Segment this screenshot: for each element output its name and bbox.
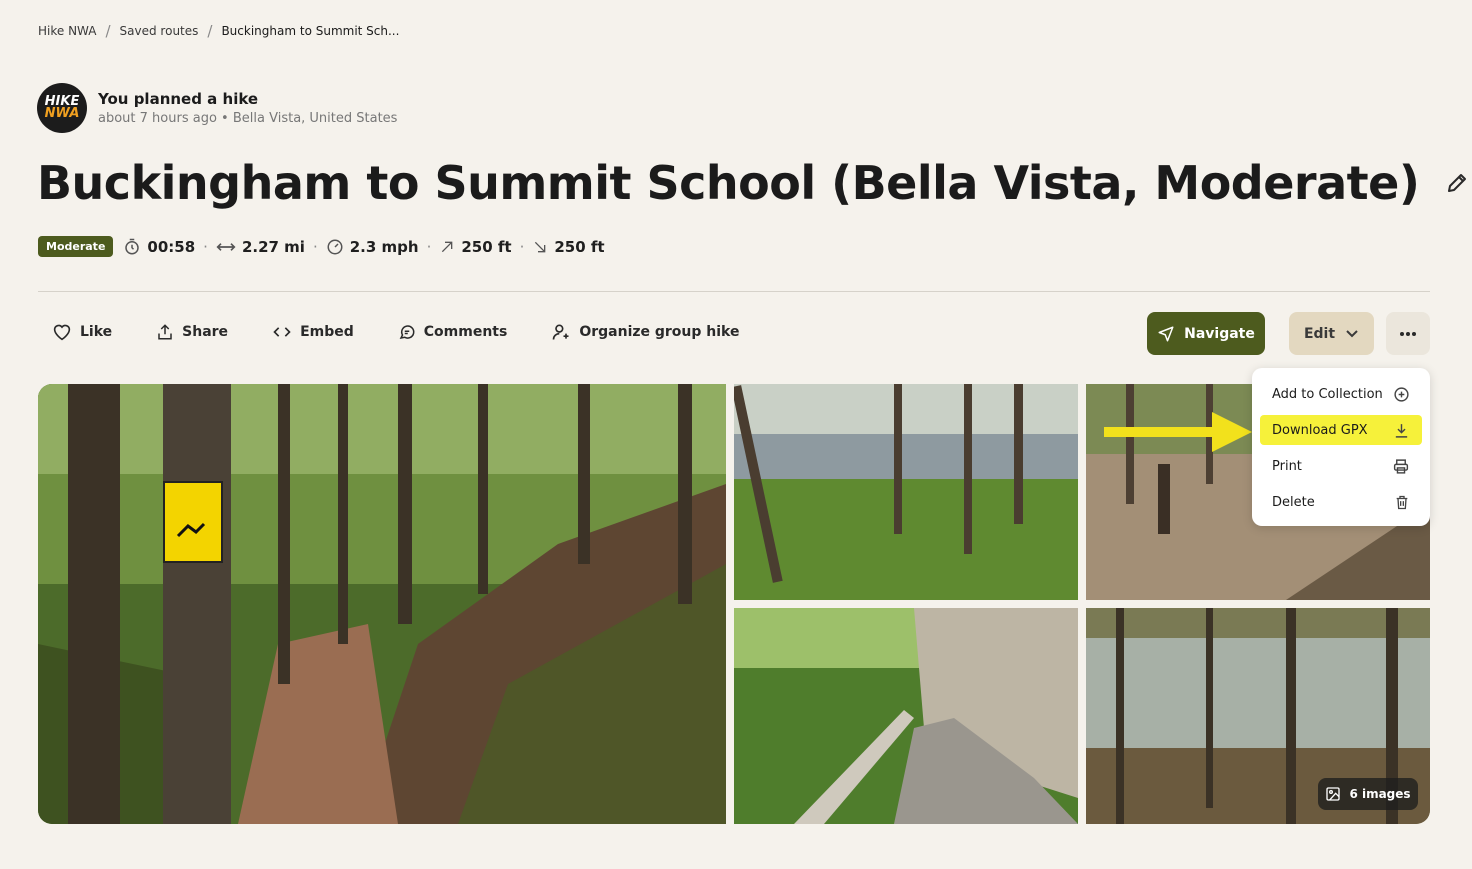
navigate-label: Navigate (1184, 325, 1255, 342)
photo-boardwalk-bluff[interactable] (734, 608, 1078, 824)
menu-item-label: Print (1272, 458, 1302, 474)
speed-value: 2.3 mph (349, 237, 419, 256)
plus-circle-icon (1394, 386, 1409, 402)
stat-separator: · (312, 237, 318, 256)
more-options-menu: Add to Collection Download GPX Print Del… (1252, 368, 1430, 526)
menu-item-add-to-collection[interactable]: Add to Collection (1260, 379, 1422, 409)
logo-text-nwa: NWA (44, 106, 80, 121)
breadcrumb-separator: / (105, 22, 111, 40)
activity-headline: You planned a hike (98, 90, 259, 108)
like-label: Like (80, 324, 113, 340)
edit-dropdown-button[interactable]: Edit (1289, 312, 1374, 355)
stopwatch-icon (125, 238, 140, 254)
chevron-down-icon (1346, 329, 1358, 337)
embed-label: Embed (300, 324, 354, 340)
breadcrumb-item-current: Buckingham to Summit Sch... (221, 24, 400, 38)
menu-item-label: Delete (1272, 494, 1315, 510)
stat-duration: 00:58 (123, 238, 195, 256)
share-icon (158, 324, 172, 340)
embed-button[interactable]: Embed (272, 324, 354, 340)
breadcrumb-item-hike-nwa[interactable]: Hike NWA (38, 24, 96, 38)
share-label: Share (182, 324, 229, 340)
download-icon (1395, 423, 1408, 438)
image-count-badge[interactable]: 6 images (1318, 778, 1418, 810)
printer-icon (1393, 458, 1409, 474)
activity-time: about 7 hours ago (98, 111, 217, 126)
organize-group-hike-button[interactable]: Organize group hike (551, 322, 740, 342)
descent-value: 250 ft (554, 237, 605, 256)
send-arrow-icon (1158, 326, 1174, 341)
heart-icon (53, 324, 71, 341)
stat-ascent: 250 ft (439, 237, 512, 256)
arrow-down-right-icon (535, 241, 546, 252)
organize-group-hike-label: Organize group hike (579, 324, 740, 340)
edit-label: Edit (1303, 325, 1336, 342)
menu-item-print[interactable]: Print (1260, 451, 1422, 481)
stat-distance: 2.27 mi (216, 238, 305, 256)
avatar[interactable]: HIKE NWA (37, 83, 87, 133)
stat-separator: · (426, 237, 432, 256)
breadcrumb: Hike NWA / Saved routes / Buckingham to … (38, 22, 399, 40)
speedometer-icon (327, 239, 343, 254)
activity-owner: HIKE NWA You planned a hike about 7 hour… (37, 83, 397, 133)
activity-meta: about 7 hours ago • Bella Vista, United … (98, 111, 397, 126)
ellipsis-icon (1400, 331, 1416, 336)
trail-photo-image (38, 384, 726, 824)
distance-value: 2.27 mi (241, 237, 305, 256)
breadcrumb-item-saved-routes[interactable]: Saved routes (120, 24, 199, 38)
stat-descent: 250 ft (532, 237, 605, 256)
navigate-button[interactable]: Navigate (1147, 312, 1265, 355)
ascent-value: 250 ft (461, 237, 512, 256)
route-stats: Moderate 00:58 · 2.27 mi · 2.3 mph · 250… (38, 236, 605, 257)
activity-location: Bella Vista, United States (232, 111, 398, 126)
stat-speed: 2.3 mph (326, 238, 419, 256)
breadcrumb-separator: / (207, 22, 213, 40)
annotation-arrow (1104, 412, 1252, 452)
action-bar: Like Share Embed Comments Organize group… (52, 322, 784, 342)
title-row: Buckingham to Summit School (Bella Vista… (37, 156, 1469, 210)
share-button[interactable]: Share (156, 323, 228, 341)
comment-icon (399, 325, 415, 340)
code-icon (273, 327, 291, 337)
arrow-up-right-icon (442, 241, 453, 252)
menu-item-label: Add to Collection (1272, 386, 1383, 402)
stat-separator: · (203, 237, 208, 256)
duration-value: 00:58 (147, 237, 196, 256)
photo-lake-view[interactable] (734, 384, 1078, 600)
more-options-button[interactable] (1386, 312, 1430, 355)
trash-icon (1396, 495, 1408, 509)
image-icon (1326, 787, 1341, 801)
lake-photo-image (734, 384, 1078, 600)
divider (38, 291, 1430, 292)
boardwalk-photo-image (734, 608, 1078, 824)
stat-separator: · (519, 237, 525, 256)
photo-main-trail[interactable] (38, 384, 726, 824)
menu-item-label: Download GPX (1272, 422, 1368, 438)
image-count-label: 6 images (1349, 787, 1411, 801)
page-title: Buckingham to Summit School (Bella Vista… (37, 156, 1420, 210)
menu-item-download-gpx[interactable]: Download GPX (1260, 415, 1422, 445)
difficulty-badge: Moderate (38, 236, 114, 257)
pencil-icon[interactable] (1445, 171, 1469, 195)
comments-button[interactable]: Comments (398, 323, 508, 341)
user-plus-icon (552, 324, 569, 340)
distance-arrows-icon (216, 242, 236, 251)
comments-label: Comments (423, 324, 508, 340)
like-button[interactable]: Like (52, 323, 112, 341)
menu-item-delete[interactable]: Delete (1260, 487, 1422, 517)
owner-text: You planned a hike about 7 hours ago • B… (98, 90, 397, 126)
meta-bullet: • (221, 111, 229, 126)
